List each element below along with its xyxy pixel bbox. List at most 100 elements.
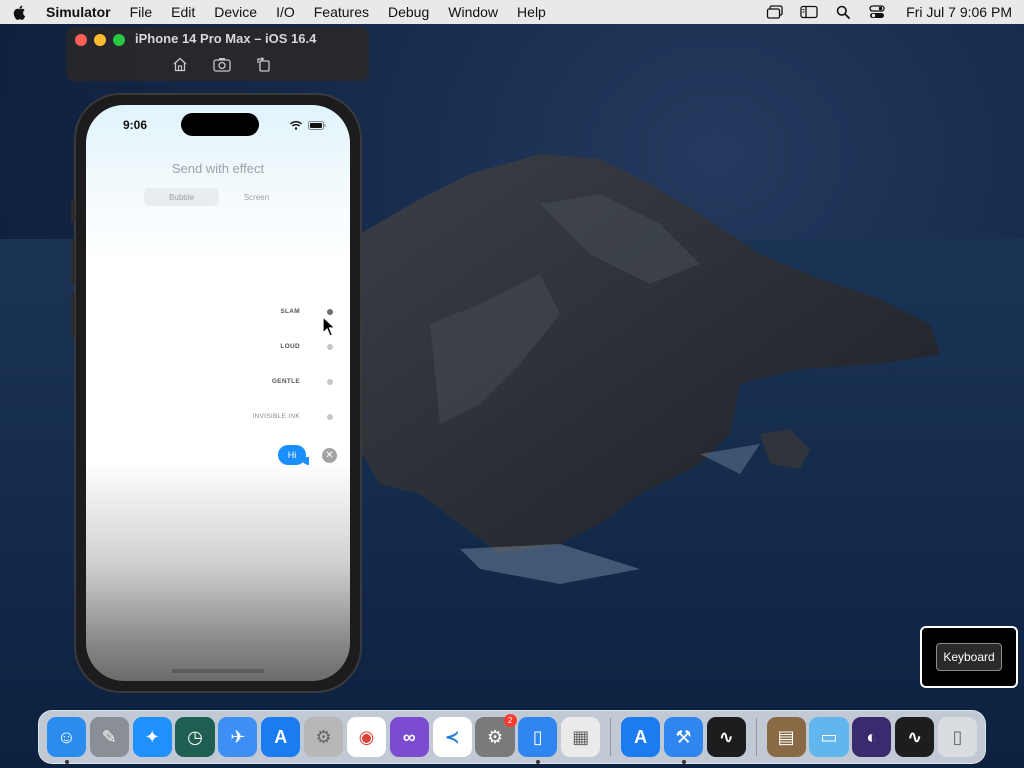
app-store-icon: A <box>274 726 288 747</box>
dock-visual-studio[interactable]: ∞ <box>389 717 429 757</box>
window-close-button[interactable] <box>75 34 87 46</box>
segment-screen[interactable]: Screen <box>219 188 294 206</box>
dock-chrome[interactable]: ◉ <box>346 717 386 757</box>
status-bar-time: 9:06 <box>123 118 148 132</box>
spotlight-search-icon[interactable] <box>834 4 852 20</box>
effect-radio-invisible-ink[interactable] <box>327 414 333 420</box>
effect-label-gentle[interactable]: GENTLE <box>272 378 300 385</box>
screenshot-icon[interactable] <box>213 55 231 73</box>
dock-folder[interactable]: ▭ <box>809 717 849 757</box>
volume-up-button[interactable] <box>71 240 75 284</box>
dock-automator[interactable]: ⚙ <box>304 717 344 757</box>
vscode-icon: ≺ <box>444 726 460 747</box>
dock-xcode[interactable]: ⚒ <box>663 717 703 764</box>
close-icon: ✕ <box>325 450 334 461</box>
message-bubble[interactable]: Hi <box>278 445 309 465</box>
dock-simulator[interactable]: ▯ <box>518 717 558 764</box>
notification-badge: 2 <box>503 714 517 727</box>
cancel-effect-button[interactable]: ✕ <box>322 448 337 463</box>
window-minimize-button[interactable] <box>94 34 106 46</box>
dock-app-store[interactable]: A <box>621 717 661 757</box>
effect-radio-gentle[interactable] <box>327 379 333 385</box>
mouse-cursor-icon <box>322 315 337 343</box>
dock-separator <box>755 718 757 756</box>
folder-icon: ▭ <box>820 726 838 747</box>
dock-safari[interactable]: ✦ <box>132 717 172 757</box>
finder-icon: ☺ <box>57 726 76 747</box>
dock-testflight[interactable]: ✈ <box>218 717 258 757</box>
activity-monitor-icon: ∿ <box>907 726 923 747</box>
system-settings-icon: ⚙ <box>486 726 504 747</box>
running-indicator <box>536 760 541 764</box>
dock-vscode[interactable]: ≺ <box>432 717 472 757</box>
running-indicator <box>681 760 686 764</box>
window-zoom-button[interactable] <box>113 34 125 46</box>
activity-monitor-icon: ∿ <box>718 726 734 747</box>
control-center-icon[interactable] <box>868 4 886 20</box>
dock-archive[interactable]: ▤ <box>766 717 806 757</box>
menu-file[interactable]: File <box>130 4 153 20</box>
dock: ☺ ✎ ✦ ◷ ✈ A ⚙ ◉ ∞ ≺ ⚙ 2 ▯ ▦ A ⚒ ∿ ▤ ▭ ◐ ∿ ▯ <box>38 710 986 764</box>
time-machine-icon: ◷ <box>187 726 203 747</box>
send-effect-title: Send with effect <box>171 161 265 176</box>
message-text: Hi <box>287 450 297 460</box>
segment-bubble[interactable]: Bubble <box>144 188 219 206</box>
menu-help[interactable]: Help <box>517 4 546 20</box>
effect-label-slam[interactable]: SLAM <box>280 308 300 315</box>
rotate-icon[interactable] <box>255 55 273 73</box>
menu-app-simulator[interactable]: Simulator <box>46 4 111 20</box>
keyboard-hint-panel: Keyboard <box>920 626 1018 688</box>
iphone-device-frame: 9:06 Send with effect Bubble Screen SLAM… <box>71 93 362 693</box>
dock-firefox[interactable]: ◐ <box>852 717 892 757</box>
visual-studio-icon: ∞ <box>402 726 416 747</box>
volume-down-button[interactable] <box>71 293 75 337</box>
dock-launchpad[interactable]: ▦ <box>561 717 601 757</box>
simulator-window-titlebar: iPhone 14 Pro Max – iOS 16.4 <box>66 27 369 81</box>
menu-features[interactable]: Features <box>314 4 369 20</box>
dock-separator <box>610 718 612 756</box>
menu-debug[interactable]: Debug <box>388 4 429 20</box>
menu-io[interactable]: I/O <box>276 4 295 20</box>
effect-type-segmented-control: Bubble Screen <box>144 188 294 206</box>
wifi-icon <box>289 117 303 135</box>
simulator-icon: ▯ <box>532 726 543 747</box>
action-button[interactable] <box>71 200 75 222</box>
dock-time-machine[interactable]: ◷ <box>175 717 215 757</box>
safari-icon: ✦ <box>144 726 160 747</box>
dock-system-settings[interactable]: ⚙ 2 <box>475 714 517 757</box>
home-indicator[interactable] <box>172 669 264 673</box>
effect-radio-slam[interactable] <box>327 309 333 315</box>
sidebar-toggle-icon[interactable] <box>800 4 818 20</box>
dock-script-editor[interactable]: ✎ <box>89 717 129 757</box>
script-editor-icon: ✎ <box>101 726 117 747</box>
menu-edit[interactable]: Edit <box>171 4 195 20</box>
battery-icon <box>308 117 326 135</box>
automator-icon: ⚙ <box>315 726 332 747</box>
dock-activity-monitor[interactable]: ∿ <box>895 717 935 757</box>
effect-label-loud[interactable]: LOUD <box>280 343 300 350</box>
menubar-status-area: Fri Jul 7 9:06 PM <box>766 4 1012 20</box>
launchpad-icon: ▦ <box>572 726 590 747</box>
iphone-screen[interactable]: 9:06 Send with effect Bubble Screen SLAM… <box>86 105 350 681</box>
dock-activity-monitor[interactable]: ∿ <box>706 717 746 757</box>
xcode-icon: ⚒ <box>675 726 692 747</box>
effect-label-invisible-ink[interactable]: INVISIBLE INK <box>252 413 300 420</box>
dock-trash[interactable]: ▯ <box>938 717 978 757</box>
menubar-clock[interactable]: Fri Jul 7 9:06 PM <box>906 4 1012 20</box>
menu-window[interactable]: Window <box>448 4 498 20</box>
menu-device[interactable]: Device <box>214 4 257 20</box>
effect-radio-loud[interactable] <box>327 344 333 350</box>
app-store-icon: A <box>634 726 648 747</box>
menu-bar: Simulator File Edit Device I/O Features … <box>0 0 1024 24</box>
apple-menu-icon[interactable] <box>12 4 28 20</box>
firefox-icon: ◐ <box>866 726 878 747</box>
home-icon[interactable] <box>171 55 189 73</box>
testflight-icon: ✈ <box>230 726 246 747</box>
simulator-toolbar <box>171 55 273 73</box>
status-bar-icons <box>289 117 326 135</box>
stage-manager-icon[interactable] <box>766 4 784 20</box>
running-indicator <box>64 760 69 764</box>
keyboard-button[interactable]: Keyboard <box>936 643 1002 671</box>
dock-finder[interactable]: ☺ <box>46 717 86 764</box>
dock-app-store[interactable]: A <box>261 717 301 757</box>
